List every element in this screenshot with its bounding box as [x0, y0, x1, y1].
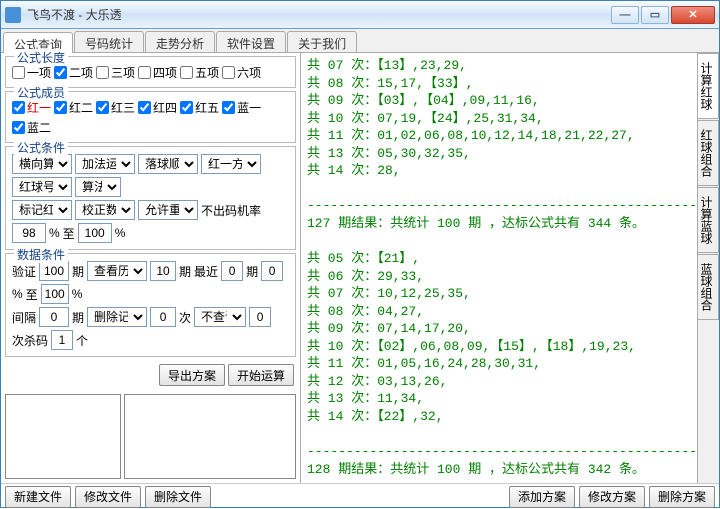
length-opt-4[interactable]: 五项 [180, 64, 219, 81]
section-conditions-title: 公式条件 [14, 139, 68, 156]
length-opt-2[interactable]: 三项 [96, 64, 135, 81]
recent-label: 最近 [194, 263, 218, 280]
percent-label-2: % [115, 226, 126, 240]
percent-label: % [49, 226, 60, 240]
main-tabs: 公式查询号码统计走势分析软件设置关于我们 [1, 29, 719, 53]
tree-right[interactable] [124, 394, 296, 479]
section-conditions: 公式条件 横向算法 加法运算 落球顺序 红一方向 红球号码 算法 A 标记红球 … [5, 146, 296, 250]
length-opt-5[interactable]: 六项 [222, 64, 261, 81]
to-label-2: 至 [26, 286, 38, 303]
no-query-select[interactable]: 不查询 [194, 307, 246, 327]
gap-periods-input[interactable] [39, 307, 69, 327]
ball-order-select[interactable]: 落球顺序 [138, 154, 198, 174]
vtab-2[interactable]: 计算蓝球 [698, 187, 719, 253]
period-label-2: 期 [179, 263, 191, 280]
algo-op-select[interactable]: 加法运算 [75, 154, 135, 174]
delete-times-input[interactable] [150, 307, 176, 327]
export-button[interactable]: 导出方案 [159, 364, 225, 386]
new-file-button[interactable]: 新建文件 [5, 486, 71, 508]
output-pane[interactable]: 共 07 次：【13】,23,29, 共 08 次：15,17,【33】, 共 … [301, 53, 697, 483]
miss-rate-to-input[interactable] [78, 223, 112, 243]
count-label: 个 [76, 332, 88, 349]
miss-rate-label: 不出码机率 [201, 202, 261, 219]
gap-label: 间隔 [12, 309, 36, 326]
period-label: 期 [72, 263, 84, 280]
run-button[interactable]: 开始运算 [228, 364, 294, 386]
miss-rate-from-input[interactable] [12, 223, 46, 243]
red-dir-select[interactable]: 红一方向 [201, 154, 261, 174]
edit-plan-button[interactable]: 修改方案 [579, 486, 645, 508]
section-data: 数据条件 验证 期 查看历史 期 最近 期 % 至 % 间隔 期 [5, 253, 296, 357]
pct-label: % [12, 287, 23, 301]
member-opt-6[interactable]: 蓝二 [12, 119, 51, 136]
member-opt-2[interactable]: 红三 [96, 99, 135, 116]
times-label: 次 [179, 309, 191, 326]
length-opt-0[interactable]: 一项 [12, 64, 51, 81]
pct-from-input[interactable] [261, 261, 283, 281]
member-opt-3[interactable]: 红四 [138, 99, 177, 116]
tree-left[interactable] [5, 394, 121, 479]
allow-dup-select[interactable]: 允许重复 [138, 200, 198, 220]
vtab-1[interactable]: 红球组合 [698, 120, 719, 186]
edit-file-button[interactable]: 修改文件 [75, 486, 141, 508]
window-buttons: — ▭ ✕ [609, 6, 715, 24]
kill-times-input[interactable] [249, 307, 271, 327]
close-button[interactable]: ✕ [671, 6, 715, 24]
tab-1[interactable]: 号码统计 [74, 31, 144, 52]
left-panel: 公式长度 一项二项三项四项五项六项 公式成员 红一红二红三红四红五蓝一蓝二 公式… [1, 53, 301, 483]
pct-to-input[interactable] [41, 284, 69, 304]
member-opt-1[interactable]: 红二 [54, 99, 93, 116]
algo-dir-select[interactable]: 横向算法 [12, 154, 72, 174]
delete-record-select[interactable]: 删除记录 [87, 307, 147, 327]
mark-red-select[interactable]: 标记红球 [12, 200, 72, 220]
main-area: 公式长度 一项二项三项四项五项六项 公式成员 红一红二红三红四红五蓝一蓝二 公式… [1, 53, 719, 483]
history-periods-input[interactable] [150, 261, 176, 281]
history-select[interactable]: 查看历史 [87, 261, 147, 281]
period-label-3: 期 [246, 263, 258, 280]
correct-val-select[interactable]: 校正数值 [75, 200, 135, 220]
tab-4[interactable]: 关于我们 [287, 31, 357, 52]
delete-file-button[interactable]: 删除文件 [145, 486, 211, 508]
period-label-4: 期 [72, 309, 84, 326]
minimize-button[interactable]: — [611, 6, 639, 24]
section-length-title: 公式长度 [14, 49, 68, 66]
length-opt-3[interactable]: 四项 [138, 64, 177, 81]
verify-label: 验证 [12, 263, 36, 280]
section-members-title: 公式成员 [14, 84, 68, 101]
kill-label: 次杀码 [12, 332, 48, 349]
tree-panes [5, 394, 296, 479]
window-title: 飞鸟不渡 - 大乐透 [27, 6, 609, 23]
delete-plan-button[interactable]: 删除方案 [649, 486, 715, 508]
red-num-select[interactable]: 红球号码 [12, 177, 72, 197]
right-tabs: 计算红球红球组合计算蓝球蓝球组合 [697, 53, 719, 483]
footer: 新建文件 修改文件 删除文件 添加方案 修改方案 删除方案 [1, 483, 719, 509]
member-opt-4[interactable]: 红五 [180, 99, 219, 116]
section-data-title: 数据条件 [14, 246, 68, 263]
verify-periods-input[interactable] [39, 261, 69, 281]
member-opt-0[interactable]: 红一 [12, 99, 51, 116]
kill-count-input[interactable] [51, 330, 73, 350]
length-opt-1[interactable]: 二项 [54, 64, 93, 81]
vtab-0[interactable]: 计算红球 [698, 53, 719, 119]
add-plan-button[interactable]: 添加方案 [509, 486, 575, 508]
app-icon [5, 7, 21, 23]
tab-2[interactable]: 走势分析 [145, 31, 215, 52]
algo-letter-select[interactable]: 算法 A [75, 177, 121, 197]
titlebar: 飞鸟不渡 - 大乐透 — ▭ ✕ [1, 1, 719, 29]
member-opt-5[interactable]: 蓝一 [222, 99, 261, 116]
pct-label-2: % [72, 287, 83, 301]
tab-3[interactable]: 软件设置 [216, 31, 286, 52]
maximize-button[interactable]: ▭ [641, 6, 669, 24]
to-label: 至 [63, 225, 75, 242]
vtab-3[interactable]: 蓝球组合 [698, 254, 719, 320]
recent-periods-input[interactable] [221, 261, 243, 281]
section-members: 公式成员 红一红二红三红四红五蓝一蓝二 [5, 91, 296, 143]
